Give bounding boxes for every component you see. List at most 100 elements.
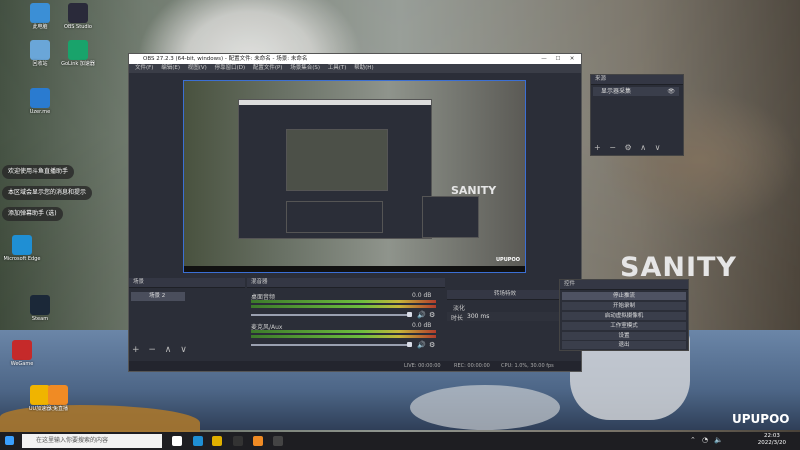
desktop-icon[interactable]: 火兔直播	[38, 385, 78, 412]
settings-button[interactable]: 设置	[562, 332, 686, 340]
tray-chevron-icon[interactable]: ⌃	[690, 436, 696, 444]
studio-mode-button[interactable]: 工作室模式	[562, 322, 686, 330]
close-button[interactable]: ✕	[565, 54, 579, 64]
taskbar-search-input[interactable]: 在这里输入你要搜索的内容	[22, 434, 162, 448]
maximize-button[interactable]: ☐	[551, 54, 565, 64]
taskbar-app-icon[interactable]	[193, 436, 203, 446]
obs-titlebar[interactable]: OBS 27.2.3 (64-bit, windows) - 配置文件: 未命名…	[129, 54, 581, 64]
desktop-icon-label: OBS Studio	[64, 24, 92, 30]
start-icon[interactable]	[5, 436, 14, 445]
virtual-camera-button[interactable]: 启动虚拟摄像机	[562, 312, 686, 320]
sources-toolbar[interactable]: + − ⚙ ∧ ∨	[594, 143, 663, 152]
menu-edit[interactable]: 编辑(E)	[161, 65, 180, 71]
desktop-icon[interactable]: GoLink 加速器	[58, 40, 98, 67]
duration-label: 时长	[451, 315, 464, 322]
volume-icon[interactable]: 🔈	[714, 436, 723, 444]
status-live: LIVE: 00:00:00	[404, 363, 441, 369]
app-icon	[30, 40, 50, 60]
desktop-icon-label: 火兔直播	[47, 406, 68, 412]
mixer-desktop-db: 0.0 dB	[412, 292, 432, 299]
controls-dock: 控件 停止推流 开始录制 启动虚拟摄像机 工作室模式 设置 退出	[559, 279, 689, 351]
clock-date: 2022/3/20	[757, 440, 786, 446]
desktop-icon[interactable]: WeGame	[2, 340, 42, 367]
clock-time: 22:03	[763, 433, 780, 439]
preview-logo: UPUPOO	[496, 257, 520, 263]
stop-stream-button[interactable]: 停止推流	[562, 292, 686, 300]
mic-volume-slider[interactable]	[251, 344, 411, 346]
desktop-icon[interactable]: Uzer.me	[20, 88, 60, 115]
menu-help[interactable]: 帮助(H)	[354, 65, 373, 71]
taskbar-app-icon[interactable]	[273, 436, 283, 446]
notification-bubble[interactable]: 本区域会显示您的消息和提示	[2, 186, 93, 200]
mixer-title: 混音器	[247, 278, 445, 288]
scene-item[interactable]: 场景 2	[131, 292, 185, 301]
desktop-icon-label: Microsoft Edge	[3, 256, 41, 262]
duration-row	[447, 312, 559, 321]
desktop-icon[interactable]: 此电脑	[20, 3, 60, 30]
sources-title: 来源	[591, 75, 683, 85]
obs-window[interactable]: OBS 27.2.3 (64-bit, windows) - 配置文件: 未命名…	[128, 53, 582, 372]
taskbar-app-icon[interactable]	[233, 436, 243, 446]
windows-taskbar: 在这里输入你要搜索的内容 ⌃ ◔ 🔈 22:03 2022/3/20	[0, 432, 800, 450]
visibility-eye-icon[interactable]: 👁	[667, 87, 675, 96]
obs-menubar: 文件(F) 编辑(E) 视图(V) 停靠窗口(D) 配置文件(P) 场景集合(S…	[129, 64, 581, 73]
notification-bubble[interactable]: 欢迎使用斗鱼直播助手	[2, 165, 75, 179]
mic-gear-icon[interactable]: ⚙	[429, 341, 435, 349]
app-icon	[30, 295, 50, 315]
desktop-gear-icon[interactable]: ⚙	[429, 311, 435, 319]
desktop-audio-meter	[251, 300, 436, 303]
taskbar-clock[interactable]: 22:03 2022/3/20	[758, 433, 786, 447]
status-rec: REC: 00:00:00	[454, 363, 490, 369]
taskbar-app-icon[interactable]	[253, 436, 263, 446]
desktop-icon-label: WeGame	[10, 361, 34, 367]
nested-mixer	[286, 201, 383, 233]
mic-audio-meter	[251, 335, 436, 338]
desktop-audio-meter	[251, 305, 436, 308]
desktop-icon-label: Steam	[31, 316, 49, 322]
notification-bubble[interactable]: 添加弹幕助手 (选)	[2, 207, 63, 221]
nested-controls	[422, 196, 479, 238]
app-icon	[12, 340, 32, 360]
app-icon	[30, 88, 50, 108]
duration-field[interactable]: 300 ms	[467, 313, 489, 320]
app-icon	[68, 40, 88, 60]
app-icon	[30, 3, 50, 23]
source-item-label: 显示器采集	[601, 88, 632, 95]
desktop-mute-icon[interactable]: 🔊	[417, 311, 426, 319]
desktop-icon[interactable]: Steam	[20, 295, 60, 322]
mic-mute-icon[interactable]: 🔊	[417, 341, 426, 349]
desktop-icon[interactable]: OBS Studio	[58, 3, 98, 30]
taskbar-app-icon[interactable]	[172, 436, 182, 446]
source-item[interactable]: 显示器采集 👁	[593, 87, 679, 96]
desktop-volume-knob[interactable]	[407, 312, 412, 317]
obs-preview[interactable]: SANITY UPUPOO	[183, 80, 526, 273]
menu-tools[interactable]: 工具(T)	[328, 65, 347, 71]
desktop-icon[interactable]: 回收站	[20, 40, 60, 67]
menu-docks[interactable]: 停靠窗口(D)	[215, 65, 246, 71]
minimize-button[interactable]: —	[537, 54, 551, 64]
taskbar-app-icon[interactable]	[212, 436, 222, 446]
mic-volume-knob[interactable]	[407, 342, 412, 347]
app-icon	[68, 3, 88, 23]
desktop-icon-label: 此电脑	[32, 24, 48, 30]
menu-scene-collection[interactable]: 场景集合(S)	[290, 65, 320, 71]
scenes-title: 场景	[129, 278, 245, 288]
wifi-icon[interactable]: ◔	[702, 436, 708, 444]
desktop-icon[interactable]: Microsoft Edge	[2, 235, 42, 262]
app-icon	[48, 385, 68, 405]
scenes-toolbar[interactable]: + − ∧ ∨	[132, 345, 190, 355]
menu-view[interactable]: 视图(V)	[188, 65, 207, 71]
start-recording-button[interactable]: 开始录制	[562, 302, 686, 310]
desktop-volume-slider[interactable]	[251, 314, 411, 316]
sources-dock: 来源 显示器采集 👁 + − ⚙ ∧ ∨	[590, 74, 684, 156]
obs-statusbar: LIVE: 00:00:00 REC: 00:00:00 CPU: 1.0%, …	[129, 361, 581, 371]
nested-preview	[286, 129, 388, 191]
menu-file[interactable]: 文件(F)	[135, 65, 153, 71]
desktop-icon-label: Uzer.me	[29, 109, 51, 115]
transition-type[interactable]: 淡化	[453, 303, 465, 312]
app-icon	[12, 235, 32, 255]
exit-button[interactable]: 退出	[562, 341, 686, 349]
menu-profile[interactable]: 配置文件(P)	[253, 65, 283, 71]
mixer-dock: 混音器 桌面音频 0.0 dB 🔊 ⚙ 麦克风/Aux 0.0 dB 🔊 ⚙	[247, 278, 445, 360]
preview-taskbar	[184, 266, 525, 272]
